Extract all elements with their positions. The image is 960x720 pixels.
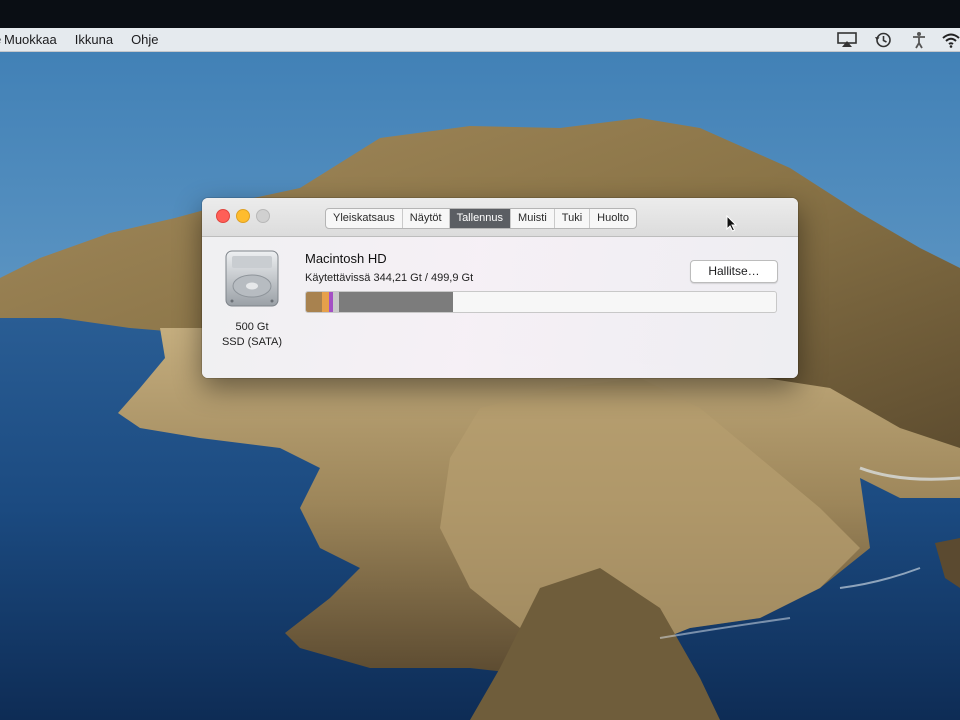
desktop: e Muokkaa Ikkuna Ohje Yleis — [0, 28, 960, 720]
menu-item-ikkuna[interactable]: Ikkuna — [75, 28, 113, 51]
menu-bar-status-area — [824, 28, 960, 51]
wifi-icon[interactable] — [942, 28, 960, 51]
close-button[interactable] — [216, 209, 230, 223]
menu-bar: e Muokkaa Ikkuna Ohje — [0, 28, 960, 52]
menu-item-ohje[interactable]: Ohje — [131, 28, 158, 51]
tab-naytot[interactable]: Näytöt — [403, 209, 450, 228]
window-titlebar[interactable]: Yleiskatsaus Näytöt Tallennus Muisti Tuk… — [202, 198, 798, 237]
accessibility-icon[interactable] — [906, 28, 932, 51]
mouse-pointer-icon — [726, 214, 738, 237]
disk-capacity: 500 Gt — [235, 321, 269, 333]
tab-muisti[interactable]: Muisti — [511, 209, 555, 228]
manage-button[interactable]: Hallitse… — [690, 260, 778, 283]
time-machine-icon[interactable] — [870, 28, 896, 51]
tab-huolto[interactable]: Huolto — [590, 209, 636, 228]
storage-segment-1 — [322, 292, 329, 312]
menu-bar-left: e Muokkaa Ikkuna Ohje — [0, 28, 177, 51]
storage-segment-4 — [339, 292, 453, 312]
zoom-button — [256, 209, 270, 223]
volume-name: Macintosh HD — [305, 251, 387, 266]
hard-drive-icon — [224, 249, 280, 314]
tab-bar: Yleiskatsaus Näytöt Tallennus Muisti Tuk… — [325, 208, 637, 229]
minimize-button[interactable] — [236, 209, 250, 223]
tab-tallennus[interactable]: Tallennus — [449, 209, 512, 228]
airplay-icon[interactable] — [834, 28, 860, 51]
storage-panel: 500 Gt SSD (SATA) Macintosh HD Käytettäv… — [202, 237, 798, 378]
storage-segment-0 — [306, 292, 322, 312]
tab-tuki[interactable]: Tuki — [555, 209, 591, 228]
menu-item-muokkaa[interactable]: Muokkaa — [4, 28, 57, 51]
volume-available: Käytettävissä 344,21 Gt / 499,9 Gt — [305, 272, 474, 284]
storage-usage-bar — [305, 291, 777, 313]
tab-yleiskatsaus[interactable]: Yleiskatsaus — [326, 209, 403, 228]
disk-type: SSD (SATA) — [221, 336, 283, 348]
about-this-mac-window: Yleiskatsaus Näytöt Tallennus Muisti Tuk… — [202, 198, 798, 378]
